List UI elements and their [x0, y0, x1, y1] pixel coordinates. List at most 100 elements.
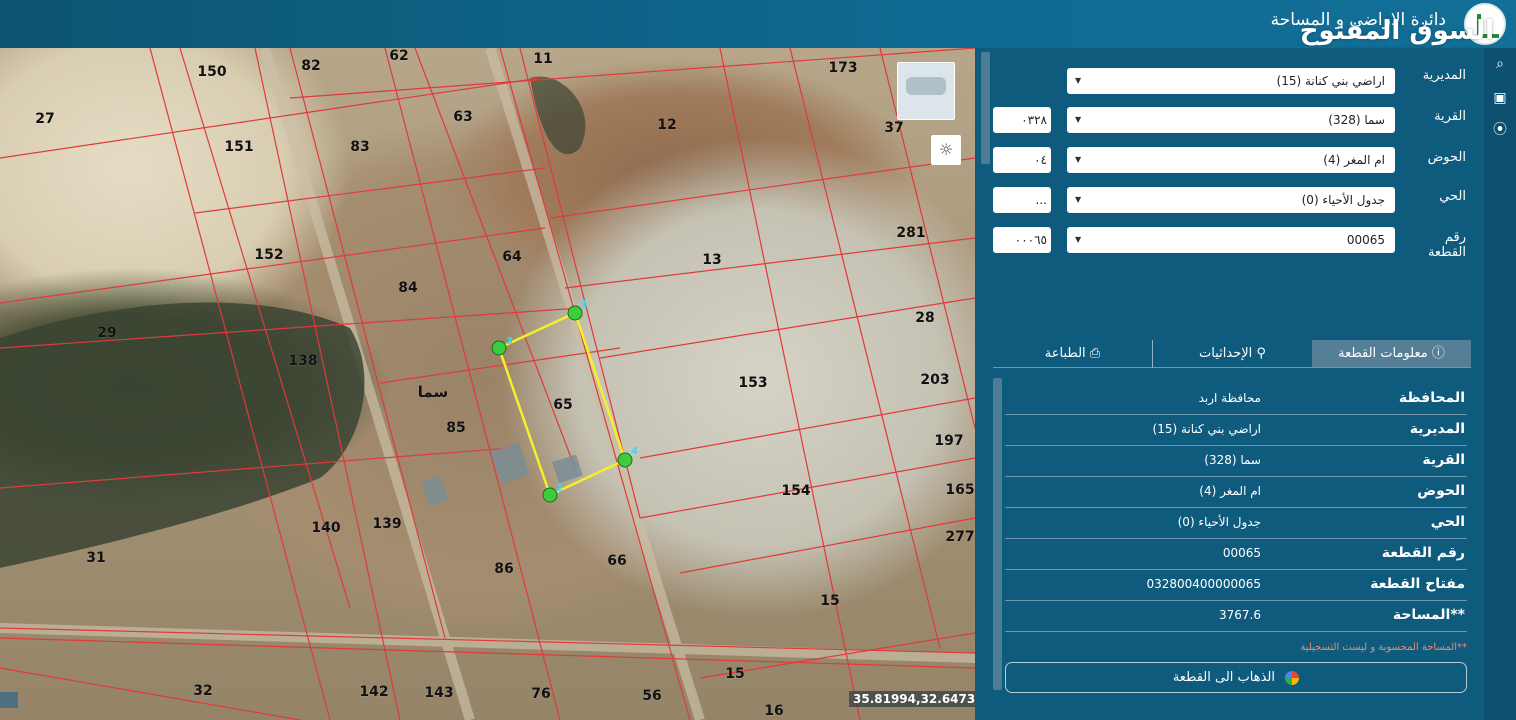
parcel-number: 32: [193, 683, 212, 699]
wallet-icon[interactable]: ▣: [1492, 90, 1508, 106]
table-row: المديرية اراضي بني كنانة (15): [1005, 415, 1467, 446]
parcel-number: 281: [896, 225, 925, 241]
tab-coordinates[interactable]: ⚲ الإحداثيات: [1153, 340, 1312, 368]
parcel-number: 197: [934, 433, 963, 449]
basemap-switcher[interactable]: [897, 62, 955, 120]
parcel-number: 139: [372, 516, 401, 532]
map-edge-button[interactable]: [0, 692, 18, 708]
info-tabs: ⓘ معلومات القطعة ⚲ الإحداثيات ⎙ الطباعة: [993, 340, 1471, 368]
parcel-number: 203: [920, 372, 949, 388]
tab-parcel-info[interactable]: ⓘ معلومات القطعة: [1312, 340, 1471, 368]
vertex-marker[interactable]: [542, 487, 558, 503]
info-value: جدول الأحياء (0): [1177, 515, 1261, 529]
go-to-parcel-button[interactable]: الذهاب الى القطعة: [1005, 662, 1467, 693]
district-label: الحي: [1439, 189, 1466, 204]
village-label: سما: [418, 383, 448, 401]
district-value: جدول الأحياء (0): [1301, 193, 1385, 207]
vertex-marker[interactable]: [617, 452, 633, 468]
directorate-value: اراضي بني كنانة (15): [1276, 74, 1385, 88]
parcel-info-table: المحافظة محافظة اربد المديرية اراضي بني …: [1005, 384, 1467, 632]
basin-value: ام المغر (4): [1323, 153, 1385, 167]
chevron-down-icon: ▼: [1075, 195, 1082, 204]
plot-value: 00065: [1346, 233, 1385, 247]
table-row: **المساحة 3767.6: [1005, 601, 1467, 632]
table-row: القرية سما (328): [1005, 446, 1467, 477]
info-value: محافظة اربد: [1198, 391, 1261, 405]
info-key: المحافظة: [1398, 390, 1465, 406]
parcel-number: 76: [531, 686, 550, 702]
area-note: **المساحة المحسوبة و ليست التسجيلية: [1300, 642, 1467, 653]
info-key: الحي: [1430, 514, 1465, 530]
district-select[interactable]: جدول الأحياء (0) ▼: [1067, 187, 1395, 213]
parcel-number: 84: [398, 280, 418, 296]
chevron-down-icon: ▼: [1075, 235, 1082, 244]
app-header: دائرة الاراضي و المساحة: [0, 0, 1516, 48]
tab-label: الإحداثيات: [1199, 346, 1253, 361]
vertex-label: 3: [506, 336, 513, 347]
parcel-number: 140: [311, 520, 340, 536]
plot-code-input[interactable]: ٠٠٠٦٥: [993, 227, 1051, 253]
parcel-number: 16: [764, 703, 783, 719]
village-value: سما (328): [1328, 113, 1385, 127]
tab-label: الطباعة: [1044, 346, 1086, 361]
info-value: 3767.6: [1219, 608, 1261, 622]
table-row: المحافظة محافظة اربد: [1005, 384, 1467, 415]
info-value: سما (328): [1204, 453, 1261, 467]
table-row: الحي جدول الأحياء (0): [1005, 508, 1467, 539]
basin-code-input[interactable]: ٠٤: [993, 147, 1051, 173]
basin-select[interactable]: ام المغر (4) ▼: [1067, 147, 1395, 173]
vertex-label: 1: [581, 299, 588, 310]
vertex-marker[interactable]: [491, 340, 507, 356]
info-key: الحوض: [1417, 483, 1465, 499]
chevron-down-icon: ▼: [1075, 76, 1082, 85]
district-code-input[interactable]: ...: [993, 187, 1051, 213]
parcel-number: 153: [738, 375, 767, 391]
plot-select[interactable]: 00065 ▼: [1067, 227, 1395, 253]
village-label: القرية: [1434, 109, 1466, 124]
village-code-input[interactable]: ٠٣٢٨: [993, 107, 1051, 133]
directorate-select[interactable]: اراضي بني كنانة (15) ▼: [1067, 68, 1395, 94]
sun-icon[interactable]: ☼: [931, 135, 961, 165]
table-row: مفتاح القطعة 032800400000065: [1005, 570, 1467, 601]
scrollbar[interactable]: [981, 52, 990, 164]
side-rail: ⌕ ▣ ⦿: [1484, 48, 1516, 720]
table-row: رقم القطعة 00065: [1005, 539, 1467, 570]
search-icon[interactable]: ⌕: [1492, 56, 1508, 72]
parcel-number: 15: [725, 666, 744, 682]
google-icon: [1285, 670, 1300, 685]
parcel-number: 165: [945, 482, 974, 498]
parcel-number: 142: [359, 684, 388, 700]
parcel-number: 86: [494, 561, 513, 577]
parcel-number: 37: [884, 120, 903, 136]
parcel-number: 11: [533, 51, 552, 67]
parcel-number: 29: [97, 325, 116, 341]
parcel-number: 31: [86, 550, 105, 566]
print-icon: ⎙: [1089, 346, 1101, 361]
directorate-label: المديرية: [1422, 68, 1466, 83]
parcel-number: 83: [350, 139, 369, 155]
chevron-down-icon: ▼: [1075, 115, 1082, 124]
parcel-number: 85: [446, 420, 465, 436]
cursor-coordinates: 35.81994,32.64739: [849, 691, 975, 707]
tab-print[interactable]: ⎙ الطباعة: [993, 340, 1152, 368]
parcel-number: 56: [642, 688, 661, 704]
parcel-number: 13: [702, 252, 721, 268]
parcel-number: 65: [553, 397, 572, 413]
village-select[interactable]: سما (328) ▼: [1067, 107, 1395, 133]
location-pin-icon[interactable]: ⦿: [1492, 122, 1508, 138]
parcel-number: 143: [424, 685, 453, 701]
parcel-number: 151: [224, 139, 253, 155]
plot-number-label: رقم القطعة: [1427, 230, 1466, 260]
info-key: القرية: [1422, 452, 1465, 468]
map-view[interactable]: 1 2 3 4 150 82 62 11 173 27 151 83 63 12…: [0, 48, 975, 720]
parcel-number: 28: [915, 310, 934, 326]
scrollbar[interactable]: [993, 378, 1002, 690]
parcel-number: 277: [945, 529, 974, 545]
parcel-number: 12: [657, 117, 676, 133]
parcel-number: 64: [502, 249, 522, 265]
parcel-number: 66: [607, 553, 626, 569]
vertex-label: 2: [556, 483, 563, 494]
parcel-search-panel: المديرية اراضي بني كنانة (15) ▼ القرية ٠…: [975, 48, 1484, 720]
vertex-marker[interactable]: [567, 305, 583, 321]
info-key: رقم القطعة: [1381, 545, 1465, 561]
